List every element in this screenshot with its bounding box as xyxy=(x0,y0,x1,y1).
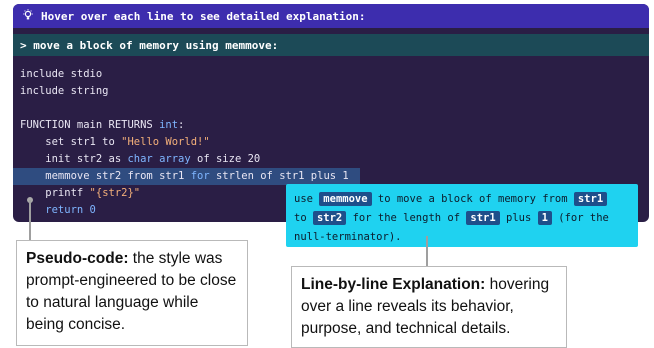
tooltip-line: null-terminator). xyxy=(294,228,630,247)
code-line[interactable]: FUNCTION main RETURNS int: xyxy=(13,117,649,134)
code-text: memmove str2 from str1 xyxy=(20,170,191,182)
tooltip-text: null-terminator). xyxy=(294,231,402,243)
pseudo-code-callout: Pseudo-code: the style was prompt-engine… xyxy=(16,240,248,346)
hint-bar: Hover over each line to see detailed exp… xyxy=(13,4,649,28)
code-text: init str2 as xyxy=(20,153,128,165)
code-text: of size 20 xyxy=(190,153,261,165)
code-text: include string xyxy=(20,85,109,97)
tooltip-text: use xyxy=(294,193,320,205)
tooltip-text: to xyxy=(294,212,313,224)
code-chip: memmove xyxy=(319,192,372,206)
code-keyword: char array xyxy=(127,153,191,165)
prompt-bar[interactable]: > move a block of memory using memmove: xyxy=(13,34,649,56)
tooltip-text: to move a block of memory from xyxy=(371,193,574,205)
code-chip: 1 xyxy=(537,211,552,225)
code-keyword: int xyxy=(159,119,179,131)
code-chip: str1 xyxy=(466,211,500,225)
code-keyword: for xyxy=(190,170,210,182)
code-chip: str2 xyxy=(312,211,347,225)
hint-text: Hover over each line to see detailed exp… xyxy=(41,9,366,23)
tooltip-line: to str2 for the length of str1 plus 1 (f… xyxy=(294,209,630,228)
code-text: : xyxy=(178,119,185,131)
tooltip-text: (for the xyxy=(551,212,609,224)
code-text: FUNCTION main RETURNS xyxy=(20,119,160,131)
tooltip-text: for the length of xyxy=(346,212,467,224)
code-line-highlighted[interactable]: memmove str2 from str1 for strlen of str… xyxy=(13,168,360,185)
code-line[interactable]: include string xyxy=(13,83,649,100)
tooltip-line: use memmove to move a block of memory fr… xyxy=(294,190,630,209)
connector-line xyxy=(426,236,428,266)
code-line[interactable]: include stdio xyxy=(13,66,649,83)
explanation-callout: Line-by-line Explanation: hovering over … xyxy=(291,266,567,348)
code-keyword: return 0 xyxy=(20,204,96,216)
lightbulb-icon xyxy=(21,8,35,24)
code-line[interactable]: set str1 to "Hello World!" xyxy=(13,134,649,151)
connector-line xyxy=(29,200,31,240)
explanation-tooltip: use memmove to move a block of memory fr… xyxy=(286,184,638,247)
code-text: strlen of str1 plus 1 xyxy=(209,170,349,182)
tooltip-text: plus xyxy=(499,212,538,224)
code-text: set str1 to xyxy=(20,136,122,148)
code-string: "{str2}" xyxy=(89,187,141,199)
code-line[interactable]: init str2 as char array of size 20 xyxy=(13,151,649,168)
code-string: "Hello World!" xyxy=(121,136,210,148)
callout-title: Pseudo-code: xyxy=(26,250,129,267)
callout-title: Line-by-line Explanation: xyxy=(301,276,486,293)
prompt-text: > move a block of memory using memmove: xyxy=(20,38,279,52)
code-text: include stdio xyxy=(20,68,103,80)
code-chip: str1 xyxy=(573,192,608,206)
